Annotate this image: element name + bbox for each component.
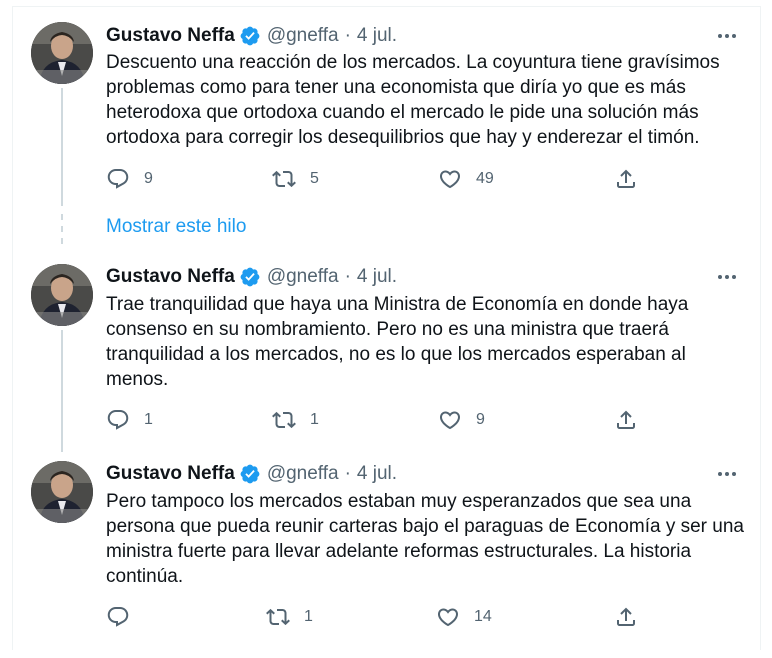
retweet-button[interactable]: 5 <box>272 165 319 193</box>
share-button[interactable] <box>614 165 638 193</box>
retweet-count: 1 <box>310 411 319 428</box>
like-button[interactable]: 49 <box>438 165 494 193</box>
thread-line <box>61 88 63 206</box>
separator-dot: · <box>344 266 351 287</box>
tweet-text-line: Pero tampoco los mercados estaban muy es… <box>106 491 692 512</box>
more-options-icon[interactable] <box>716 463 738 485</box>
reply-button[interactable] <box>106 603 144 631</box>
tweet-text-line: ortodoxa para corregir los desequilibrio… <box>106 127 700 148</box>
retweet-button[interactable]: 1 <box>266 603 313 631</box>
verified-badge-icon <box>240 464 260 484</box>
tweet-text-line: tranquilidad a los mercados, no es lo qu… <box>106 344 686 365</box>
retweet-icon <box>272 411 296 429</box>
author-handle[interactable]: @gneffa <box>267 25 339 47</box>
tweet-text-line: persona que pueda reunir carteras bajo e… <box>106 516 744 537</box>
more-options-icon[interactable] <box>716 25 738 47</box>
author-handle[interactable]: @gneffa <box>267 266 339 288</box>
like-button[interactable]: 14 <box>436 603 492 631</box>
tweet-actions: 1 1 9 <box>106 406 646 434</box>
reply-button[interactable]: 1 <box>106 406 153 434</box>
heart-icon <box>437 608 459 627</box>
retweet-button[interactable]: 1 <box>272 406 319 434</box>
tweet-actions: 9 5 49 <box>106 165 646 193</box>
tweet-actions: 1 14 <box>106 603 646 631</box>
thread-dots <box>61 214 63 254</box>
heart-icon <box>439 170 461 189</box>
author-name[interactable]: Gustavo Neffa <box>106 25 235 47</box>
tweet-text-line: problemas como para tener una economista… <box>106 77 686 98</box>
avatar[interactable] <box>31 264 93 326</box>
avatar[interactable] <box>31 461 93 523</box>
show-thread-link[interactable]: Mostrar este hilo <box>106 216 246 238</box>
separator-dot: · <box>344 25 351 46</box>
reply-icon <box>107 607 129 627</box>
tweet-text-line: heterodoxa que ortodoxa cuando el mercad… <box>106 102 699 123</box>
verified-badge-icon <box>240 26 260 46</box>
heart-icon <box>439 411 461 430</box>
verified-badge-icon <box>240 267 260 287</box>
more-options-icon[interactable] <box>716 266 738 288</box>
like-button[interactable]: 9 <box>438 406 485 434</box>
tweet-text-line: ministra fuerte para llevar adelante ref… <box>106 541 692 562</box>
author-handle[interactable]: @gneffa <box>267 463 339 485</box>
share-icon <box>617 607 635 626</box>
tweet-date[interactable]: 4 jul. <box>357 266 397 288</box>
reply-count: 1 <box>144 411 153 428</box>
share-button[interactable] <box>614 603 638 631</box>
share-icon <box>617 410 635 429</box>
tweet-text: Pero tampoco los mercados estaban muy es… <box>106 489 744 589</box>
like-count: 49 <box>476 170 494 187</box>
avatar[interactable] <box>31 22 93 84</box>
thread-line <box>61 330 63 452</box>
reply-button[interactable]: 9 <box>106 165 153 193</box>
share-button[interactable] <box>614 406 638 434</box>
like-count: 14 <box>474 608 492 625</box>
reply-count: 9 <box>144 170 153 187</box>
tweet-date[interactable]: 4 jul. <box>357 25 397 47</box>
retweet-count: 5 <box>310 170 319 187</box>
retweet-count: 1 <box>304 608 313 625</box>
tweet-text: Descuento una reacción de los mercados. … <box>106 50 736 150</box>
reply-icon <box>107 410 129 430</box>
tweet-text-line: Descuento una reacción de los mercados. … <box>106 52 720 73</box>
retweet-icon <box>272 170 296 188</box>
tweet-text-line: continúa. <box>106 566 184 587</box>
separator-dot: · <box>344 463 351 484</box>
tweet-date[interactable]: 4 jul. <box>357 463 397 485</box>
retweet-icon <box>266 608 290 626</box>
like-count: 9 <box>476 411 485 428</box>
author-name[interactable]: Gustavo Neffa <box>106 266 235 288</box>
tweet-text-line: Trae tranquilidad que haya una Ministra … <box>106 294 689 315</box>
reply-icon <box>107 169 129 189</box>
share-icon <box>617 169 635 188</box>
tweet-text: Trae tranquilidad que haya una Ministra … <box>106 292 736 392</box>
tweet-text-line: menos. <box>106 369 169 390</box>
tweet-text-line: consenso en su nombramiento. Pero no es … <box>106 319 669 340</box>
author-name[interactable]: Gustavo Neffa <box>106 463 235 485</box>
